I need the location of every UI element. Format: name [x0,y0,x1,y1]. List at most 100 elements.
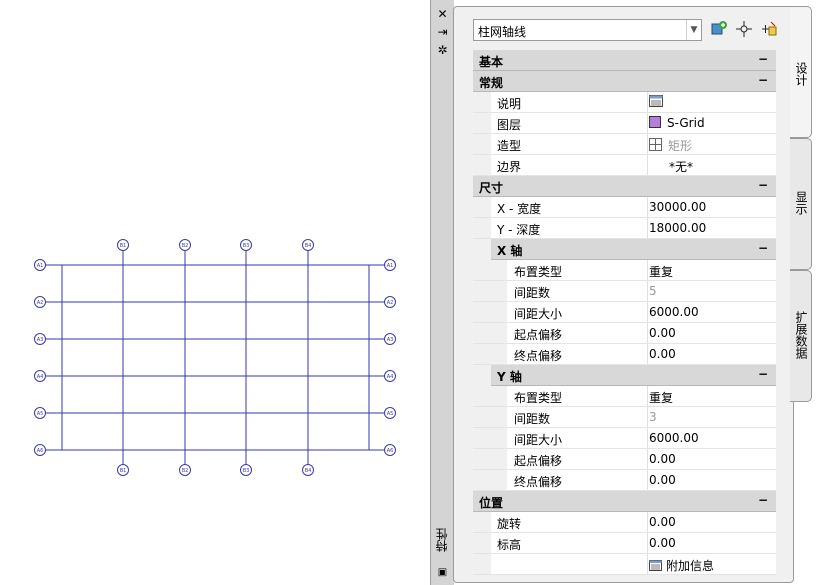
boundary-value: *无* [669,160,694,174]
extra-info-button[interactable]: 附加信息 [649,557,714,574]
row-y-size[interactable]: 间距大小 6000.00 [473,428,776,449]
drawing-canvas[interactable]: A1 A1 A2 A2 A3 A3 A4 A4 A5 A5 A6 A6 B1 B1 B2 B2 B3 B3 B4 B4 [0,0,430,585]
row-y-end[interactable]: 终点偏移 0.00 [473,470,776,491]
grid-bubble-right: A5 [384,407,396,419]
grid-shape-icon [649,138,662,151]
row-x-size[interactable]: 间距大小 6000.00 [473,302,776,323]
svg-text:A1: A1 [387,263,394,269]
grid-bubble-right: A1 [384,259,396,271]
grid-bubble-top: B1 [117,239,129,251]
svg-text:B3: B3 [243,243,250,249]
settings-icon[interactable]: ✲ [436,44,449,57]
row-description[interactable]: 说明 [473,92,776,113]
grid-bubble-right: A6 [384,444,396,456]
svg-text:A4: A4 [37,374,44,380]
column-grid[interactable] [46,250,384,465]
style-select-value: 柱网轴线 [478,25,527,39]
grid-bubble-left: A5 [34,407,46,419]
grid-bubble-left: A6 [34,444,46,456]
style-select[interactable]: 柱网轴线 ▼ [473,19,702,41]
svg-text:A2: A2 [387,300,394,306]
row-y-layout[interactable]: 布置类型 重复 [473,386,776,407]
auto-hide-icon[interactable]: ⇥ [436,26,449,39]
y-depth-value[interactable]: 18000.00 [649,221,706,235]
property-grid: 基本 − 常规 − 说明 图层 S-Grid 造型 矩形 边界 *无* 尺寸 − X … [473,50,776,575]
palette-title: 特性 [435,528,449,552]
svg-text:A3: A3 [37,337,44,343]
grid-bubble-bottom: B2 [179,464,191,476]
svg-text:B1: B1 [120,243,127,249]
tab-design[interactable]: 设计 [790,6,812,138]
tab-extended-data[interactable]: 扩展数据 [790,270,812,402]
grid-bubble-left: A3 [34,333,46,345]
section-location[interactable]: 位置 − [473,491,776,512]
grid-bubble-bottom: B4 [302,464,314,476]
description-editor-icon[interactable] [649,95,663,110]
palette-menu-icon[interactable]: ▣ [436,566,449,579]
collapse-icon[interactable]: − [758,493,768,507]
collapse-icon[interactable]: − [758,367,768,381]
vertical-tabs: 设计 显示 扩展数据 [790,6,813,581]
section-general[interactable]: 常规 − [473,71,776,92]
grid-bubble-top: B4 [302,239,314,251]
grid-bubble-right: A4 [384,370,396,382]
row-y-start[interactable]: 起点偏移 0.00 [473,449,776,470]
grid-bubble-right: A3 [384,333,396,345]
layer-color-swatch [649,116,661,128]
svg-text:A1: A1 [37,263,44,269]
info-sheet-icon [649,560,662,571]
layer-value: S-Grid [667,116,705,130]
tab-display[interactable]: 显示 [790,138,812,270]
svg-text:A6: A6 [387,448,394,454]
grid-bubble-bottom: B1 [117,464,129,476]
svg-text:A5: A5 [37,411,44,417]
add-style-icon[interactable] [709,20,729,40]
section-x-axis[interactable]: X 轴 − [491,239,776,260]
chevron-down-icon[interactable]: ▼ [686,20,701,40]
row-x-start[interactable]: 起点偏移 0.00 [473,323,776,344]
x-width-value[interactable]: 30000.00 [649,200,706,214]
svg-text:B4: B4 [305,468,312,474]
svg-text:B4: B4 [305,243,312,249]
section-dimensions[interactable]: 尺寸 − [473,176,776,197]
svg-text:A4: A4 [387,374,394,380]
grid-bubble-bottom: B3 [240,464,252,476]
row-layer[interactable]: 图层 S-Grid [473,113,776,134]
quick-select-icon[interactable] [759,20,779,40]
grid-bubble-left: A2 [34,296,46,308]
grid-bubble-right: A2 [384,296,396,308]
collapse-icon[interactable]: − [758,241,768,255]
collapse-icon[interactable]: − [758,52,768,66]
row-y-count[interactable]: 间距数 3 [473,407,776,428]
row-rotation[interactable]: 旋转 0.00 [473,512,776,533]
section-y-axis[interactable]: Y 轴 − [491,365,776,386]
row-x-count[interactable]: 间距数 5 [473,281,776,302]
svg-text:A3: A3 [387,337,394,343]
section-basic[interactable]: 基本 − [473,50,776,71]
row-shape[interactable]: 造型 矩形 [473,134,776,155]
grid-bubble-top: B3 [240,239,252,251]
row-elevation[interactable]: 标高 0.00 [473,533,776,554]
grid-bubbles: A1 A1 A2 A2 A3 A3 A4 A4 A5 A5 A6 A6 B1 B1 B2 B2 B3 B3 B4 B4 [34,239,396,476]
row-x-layout[interactable]: 布置类型 重复 [473,260,776,281]
svg-text:B2: B2 [182,243,189,249]
grid-bubble-left: A1 [34,259,46,271]
svg-text:A2: A2 [37,300,44,306]
shape-value: 矩形 [668,139,693,153]
collapse-icon[interactable]: − [758,73,768,87]
svg-text:A6: A6 [37,448,44,454]
row-x-width[interactable]: X - 宽度 30000.00 [473,197,776,218]
grid-bubble-left: A4 [34,370,46,382]
svg-text:B1: B1 [120,468,127,474]
row-y-depth[interactable]: Y - 深度 18000.00 [473,218,776,239]
row-boundary[interactable]: 边界 *无* [473,155,776,176]
collapse-icon[interactable]: − [758,178,768,192]
palette-strip: ✕ ⇥ ✲ 特性 ▣ [430,0,454,585]
select-target-icon[interactable] [734,20,754,40]
row-extra-info[interactable]: 附加信息 [473,554,776,575]
row-x-end[interactable]: 终点偏移 0.00 [473,344,776,365]
svg-text:B2: B2 [182,468,189,474]
close-icon[interactable]: ✕ [436,8,449,21]
svg-text:A5: A5 [387,411,394,417]
svg-text:B3: B3 [243,468,250,474]
